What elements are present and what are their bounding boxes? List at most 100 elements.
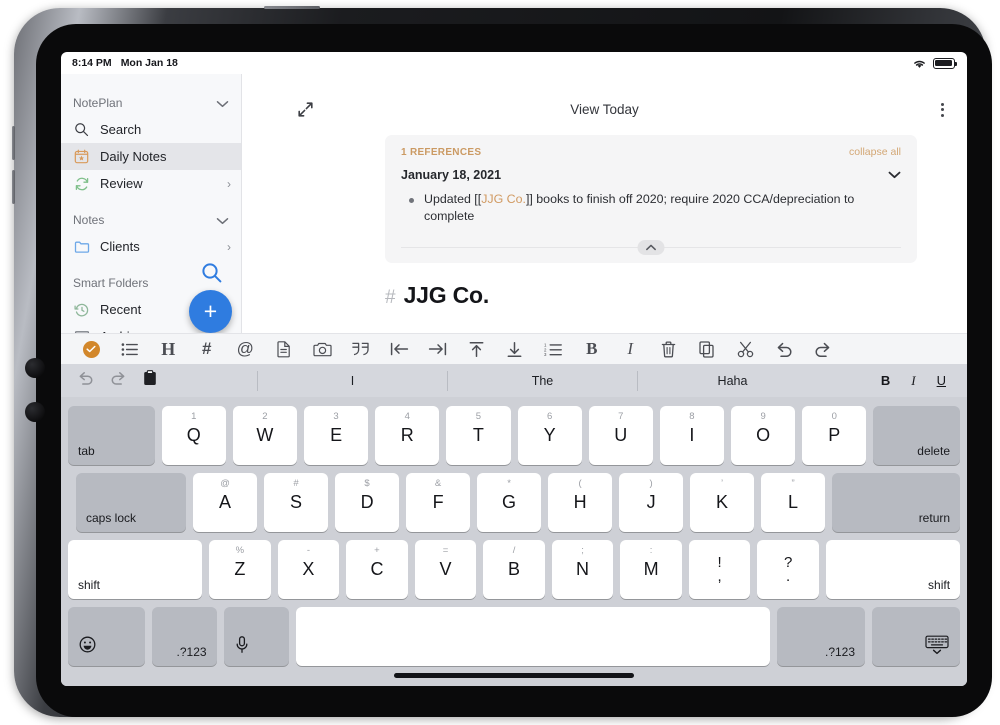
key-l[interactable]: ” L xyxy=(761,473,826,532)
quote-icon[interactable] xyxy=(342,334,381,365)
document-heading[interactable]: # JJG Co. xyxy=(385,282,489,309)
italic-button[interactable]: I xyxy=(911,373,915,389)
paste-icon[interactable] xyxy=(143,370,157,391)
checkbox-task-icon[interactable] xyxy=(72,334,111,365)
sidebar-section-noteplan[interactable]: NotePlan xyxy=(61,90,241,116)
key-exclaim-comma[interactable]: ! , xyxy=(688,540,751,599)
power-button[interactable] xyxy=(264,6,320,9)
move-down-icon[interactable] xyxy=(496,334,535,365)
key-r[interactable]: 4R xyxy=(375,406,440,465)
sidebar-section-label: NotePlan xyxy=(73,96,123,110)
redo-icon[interactable] xyxy=(804,334,843,365)
key-o[interactable]: 9O xyxy=(731,406,796,465)
bullet-list-icon[interactable] xyxy=(111,334,150,365)
references-collapse-toggle[interactable] xyxy=(637,240,665,255)
key-z[interactable]: % Z xyxy=(209,540,271,599)
key-h[interactable]: (H xyxy=(548,473,613,532)
predictive-suggestion-1[interactable]: I xyxy=(257,370,447,391)
volume-up-button[interactable] xyxy=(12,126,15,160)
key-v[interactable]: = V xyxy=(414,540,477,599)
key-m[interactable]: :M xyxy=(620,540,682,599)
key-x[interactable]: -X xyxy=(277,540,340,599)
redo-icon[interactable] xyxy=(110,371,127,390)
delete-icon[interactable] xyxy=(650,334,689,365)
outdent-icon[interactable] xyxy=(380,334,419,365)
undo-icon[interactable] xyxy=(77,371,94,390)
key-numbers-left[interactable]: .?123 xyxy=(151,607,217,666)
key-t[interactable]: 5T xyxy=(446,406,511,465)
copy-icon[interactable] xyxy=(688,334,727,365)
sidebar-item-clients[interactable]: Clients › xyxy=(61,233,241,260)
sidebar-item-daily-notes[interactable]: Daily Notes xyxy=(61,143,241,170)
key-e[interactable]: 3E xyxy=(303,406,369,465)
key-j[interactable]: ) J xyxy=(619,473,684,532)
key-f[interactable]: & F xyxy=(406,473,471,532)
bold-icon[interactable]: B xyxy=(573,334,612,365)
numbered-list-icon[interactable]: 1 2 3 xyxy=(534,334,573,365)
key-delete[interactable]: delete xyxy=(873,406,960,465)
key-s[interactable]: # S xyxy=(264,473,329,532)
chevron-down-icon[interactable] xyxy=(216,214,229,227)
home-indicator[interactable] xyxy=(394,673,634,678)
volume-down-button[interactable] xyxy=(12,170,15,204)
chevron-down-icon[interactable] xyxy=(216,97,229,110)
key-sup: * xyxy=(507,478,511,489)
key-space[interactable] xyxy=(295,607,771,666)
sidebar-item-review[interactable]: Review › xyxy=(61,170,241,197)
key-sup: 8 xyxy=(689,411,695,422)
key-question-period[interactable]: ? . xyxy=(757,540,819,599)
key-caps-lock[interactable]: caps lock xyxy=(76,473,187,532)
key-tab[interactable]: tab xyxy=(68,406,155,465)
key-g[interactable]: * G xyxy=(477,473,542,532)
key-dictation[interactable] xyxy=(223,607,289,666)
bold-button[interactable]: B xyxy=(881,373,890,388)
heading-icon[interactable]: H xyxy=(149,334,188,365)
key-n[interactable]: ; N xyxy=(551,540,614,599)
predictive-suggestion-3[interactable]: Haha xyxy=(637,370,827,391)
sidebar-section-notes[interactable]: Notes xyxy=(61,207,241,233)
key-w[interactable]: 2W xyxy=(232,406,297,465)
chevron-right-icon[interactable]: › xyxy=(227,177,231,191)
undo-icon[interactable] xyxy=(765,334,804,365)
wikilink[interactable]: JJG Co. xyxy=(481,192,526,206)
tag-icon[interactable]: # xyxy=(188,334,227,365)
add-note-fab[interactable]: + xyxy=(189,290,232,333)
more-vertical-icon[interactable] xyxy=(941,103,944,117)
reference-bullet-item[interactable]: Updated [[JJG Co.]] books to finish off … xyxy=(401,191,901,225)
key-emoji[interactable] xyxy=(68,607,145,666)
reference-date-row[interactable]: January 18, 2021 xyxy=(401,168,901,182)
move-up-icon[interactable] xyxy=(457,334,496,365)
chevron-right-icon[interactable]: › xyxy=(227,240,231,254)
key-shift-right[interactable]: shift xyxy=(825,540,961,599)
italic-icon[interactable]: I xyxy=(611,334,650,365)
collapse-all-button[interactable]: collapse all xyxy=(849,146,901,158)
camera-icon[interactable] xyxy=(303,334,342,365)
key-u[interactable]: 7U xyxy=(588,406,653,465)
key-hide-keyboard[interactable] xyxy=(872,607,961,666)
key-c[interactable]: + C xyxy=(346,540,408,599)
key-a[interactable]: @ A xyxy=(193,473,258,532)
key-i[interactable]: 8I xyxy=(659,406,725,465)
predictive-suggestion-2[interactable]: The xyxy=(447,370,637,391)
key-p[interactable]: 0P xyxy=(802,406,867,465)
key-y[interactable]: 6Y xyxy=(517,406,582,465)
cut-icon[interactable] xyxy=(727,334,766,365)
chevron-down-icon[interactable] xyxy=(888,168,901,182)
key-label: I xyxy=(689,425,695,445)
key-numbers-right[interactable]: .?123 xyxy=(777,607,866,666)
indent-icon[interactable] xyxy=(419,334,458,365)
underline-button[interactable]: U xyxy=(937,373,946,388)
key-k[interactable]: ’ K xyxy=(690,473,755,532)
mention-icon[interactable]: @ xyxy=(226,334,265,365)
status-bar-right xyxy=(912,57,958,69)
note-link-icon[interactable] xyxy=(265,334,304,365)
page-title: View Today xyxy=(570,102,639,117)
key-return[interactable]: return xyxy=(832,473,961,532)
key-b[interactable]: / B xyxy=(483,540,545,599)
sidebar-item-search[interactable]: Search xyxy=(61,116,241,143)
sidebar-search-fab-icon[interactable] xyxy=(201,262,223,289)
key-d[interactable]: $ D xyxy=(335,473,400,532)
key-q[interactable]: 1Q xyxy=(161,406,226,465)
key-shift-left[interactable]: shift xyxy=(68,540,203,599)
predictive-text-bar: I The Haha B I U xyxy=(61,364,967,397)
